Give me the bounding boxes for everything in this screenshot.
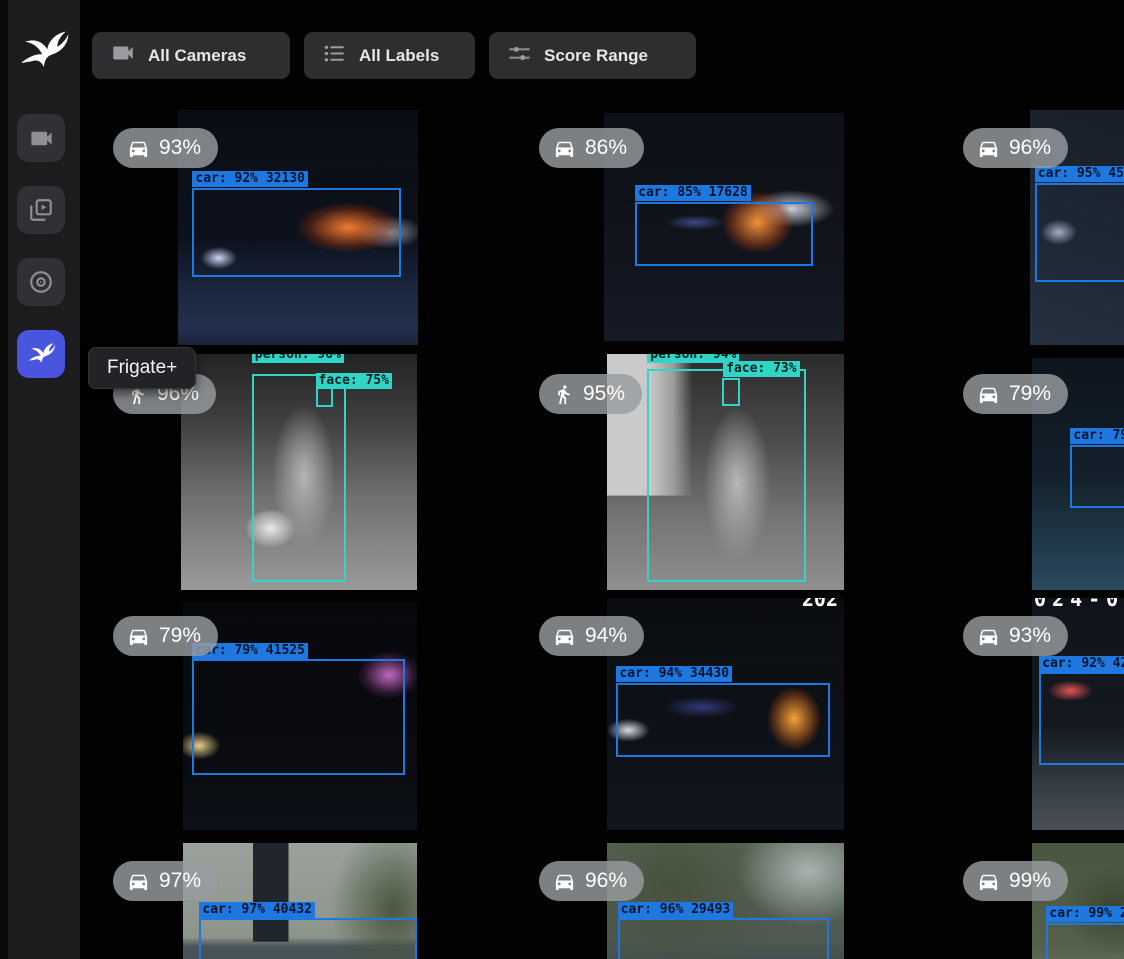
score-label: 99% [1009,869,1051,893]
bounding-box [616,683,829,757]
score-badge: 99% [963,861,1068,901]
bounding-box [192,188,401,277]
bbox-label: car: 79% [1070,428,1124,444]
score-label: 93% [1009,624,1051,648]
bounding-box [1070,445,1124,508]
bbox-label: car: 92% 32130 [192,171,308,187]
bbox-label: car: 96% 29493 [618,902,734,918]
review-icon [28,197,54,223]
bounding-box [1035,183,1124,282]
car-icon [977,870,1000,893]
nav-frigate-plus-button[interactable] [17,330,65,378]
person-label-strip: person: 96% [252,354,346,363]
detection-thumbnail[interactable]: car: 97% 40432 [183,843,417,959]
filter-all-labels-button[interactable]: All Labels [304,32,475,79]
filter-score-range-label: Score Range [544,46,648,66]
bbox-label: car: 94% 34430 [616,666,732,682]
car-icon [977,137,1000,160]
score-label: 96% [585,869,627,893]
score-badge: 93% [963,616,1068,656]
bounding-box [618,918,829,959]
score-range-filter-icon [507,41,532,71]
bounding-box [199,918,417,959]
bounding-box [635,202,813,266]
score-badge: 79% [113,616,218,656]
bbox-label: person: 96% [252,354,344,363]
person-icon [553,384,574,405]
score-label: 86% [585,136,627,160]
score-label: 96% [1009,136,1051,160]
camera-timestamp-fragment: 024-05 0 [1034,598,1124,611]
face-bounding-box [722,378,740,406]
frigate-logo [16,20,70,82]
bounding-box [1039,672,1124,765]
filter-all-cameras-button[interactable]: All Cameras [92,32,290,79]
camera-filter-icon [110,40,136,71]
frigate-bird-icon [26,339,56,369]
score-badge: 96% [963,128,1068,168]
camera-timestamp-fragment: 202 [802,598,838,611]
labels-filter-icon [322,41,347,71]
score-badge: 86% [539,128,644,168]
filter-all-cameras-label: All Cameras [148,46,246,66]
score-label: 79% [159,624,201,648]
bbox-label: car: 92% 4218 [1039,656,1124,672]
car-icon [977,625,1000,648]
face-label: face: 73% [723,361,799,377]
score-badge: 97% [113,861,218,901]
detection-thumbnail[interactable]: car: 79% 41525 [183,602,417,830]
frigate-app: Frigate+ All Cameras All Labels Score Ra… [0,0,1124,959]
video-camera-icon [28,125,55,152]
bbox-label: car: 97% 40432 [199,902,315,918]
export-disc-icon [28,269,54,295]
car-icon [553,625,576,648]
detection-thumbnail[interactable]: person: 96% face: 75% [181,354,417,590]
detection-thumbnail[interactable]: person: 94% face: 73% [607,354,844,590]
score-label: 93% [159,136,201,160]
car-icon [977,383,1000,406]
score-badge: 96% [539,861,644,901]
filter-score-range-button[interactable]: Score Range [489,32,696,79]
nav-review-button[interactable] [17,186,65,234]
score-badge: 94% [539,616,644,656]
sidebar [0,0,80,959]
nav-live-button[interactable] [17,114,65,162]
score-badge: 79% [963,374,1068,414]
score-label: 95% [583,382,625,406]
score-label: 79% [1009,382,1051,406]
car-icon [553,870,576,893]
score-label: 94% [585,624,627,648]
sidebar-edge [0,0,8,959]
car-icon [127,870,150,893]
detection-thumbnail[interactable]: car: 96% 29493 [607,843,844,959]
car-icon [127,137,150,160]
bbox-label: car: 85% 17628 [635,185,751,201]
score-badge: 95% [539,374,642,414]
nav-export-button[interactable] [17,258,65,306]
bbox-label: car: 95% 45260 [1035,166,1124,182]
bbox-label: car: 99% 25 [1046,906,1124,922]
score-badge: 93% [113,128,218,168]
filter-all-labels-label: All Labels [359,46,439,66]
face-label: face: 75% [316,373,392,389]
car-icon [127,625,150,648]
car-icon [553,137,576,160]
frigate-plus-tooltip: Frigate+ [88,347,196,389]
bounding-box [1046,923,1124,959]
bounding-box [192,659,405,775]
score-label: 97% [159,869,201,893]
